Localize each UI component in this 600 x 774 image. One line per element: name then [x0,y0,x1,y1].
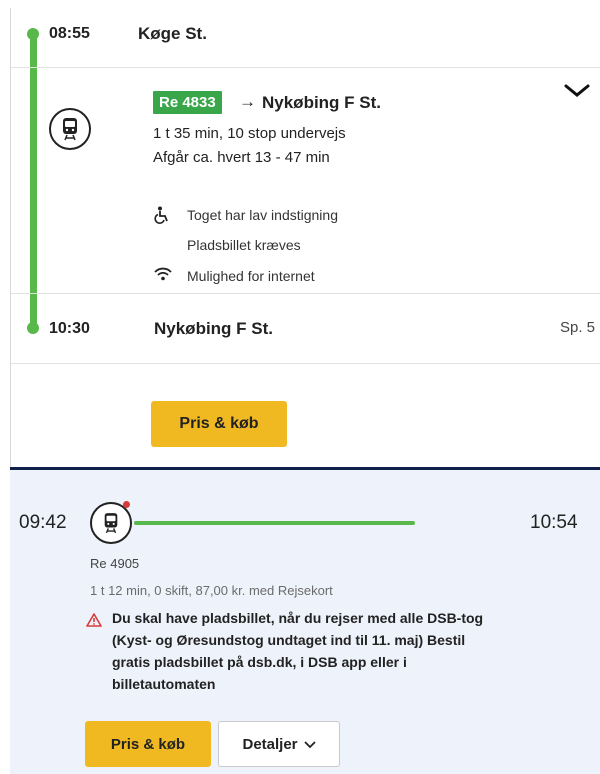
details-button[interactable]: Detaljer [218,721,340,767]
journey-progress-bar [134,521,415,525]
feature-low-entry: Toget har lav indstigning [187,207,338,223]
buy-ticket-button[interactable]: Pris & køb [151,401,287,447]
journey-summary: 1 t 12 min, 0 skift, 87,00 kr. med Rejse… [90,583,333,598]
arrival-station: Nykøbing F St. [154,319,273,338]
train-destination: Nykøbing F St. [262,93,381,112]
journey-train-label: Re 4905 [90,556,140,571]
warning-line: gratis pladsbillet på dsb.dk, i DSB app … [112,654,407,670]
warning-line: Du skal have pladsbillet, når du rejser … [112,610,484,626]
train-icon [49,108,91,150]
wifi-icon [154,267,172,285]
journey-results: 08:55 Køge St. Re 4833 → Nykøbing F St. … [10,8,600,774]
expand-chevron-icon[interactable] [564,84,590,103]
journey-arrival-time: 10:54 [530,512,578,533]
departure-dot [27,28,39,40]
train-icon [90,502,132,544]
buy-ticket-button[interactable]: Pris & køb [85,721,211,767]
train-direction-arrow: → [239,92,256,111]
divider [11,67,600,68]
arrival-platform: Sp. 5 [560,319,596,336]
seat-reservation-warning: Du skal have pladsbillet, når du rejser … [112,607,582,695]
expanded-journey-card: 08:55 Køge St. Re 4833 → Nykøbing F St. … [10,8,600,467]
collapsed-journey-card[interactable]: 09:42 10:54 Re 4905 1 t 12 min, 0 skift,… [10,467,600,774]
warning-line: (Kyst- og Øresundstog undtaget ind til 1… [112,632,466,648]
feature-internet: Mulighed for internet [187,268,315,284]
arrival-time: 10:30 [49,320,90,337]
feature-seat-reservation: Pladsbillet kræves [187,237,301,253]
divider [11,293,600,294]
wheelchair-icon [154,206,172,224]
warning-line: billetautomaten [112,676,216,692]
departure-station: Køge St. [138,24,207,43]
chevron-down-icon [303,736,316,753]
departure-time: 08:55 [49,25,90,42]
departure-frequency: Afgår ca. hvert 13 - 47 min [153,149,330,166]
train-number-badge: Re 4833 [153,91,222,114]
duration-stops: 1 t 35 min, 10 stop undervejs [153,125,346,142]
journey-departure-time: 09:42 [19,512,67,533]
details-label: Detaljer [242,735,298,753]
divider [11,363,600,364]
arrival-dot [27,322,39,334]
warning-icon [86,613,102,632]
route-line [30,34,37,329]
disruption-indicator-icon [123,501,130,508]
